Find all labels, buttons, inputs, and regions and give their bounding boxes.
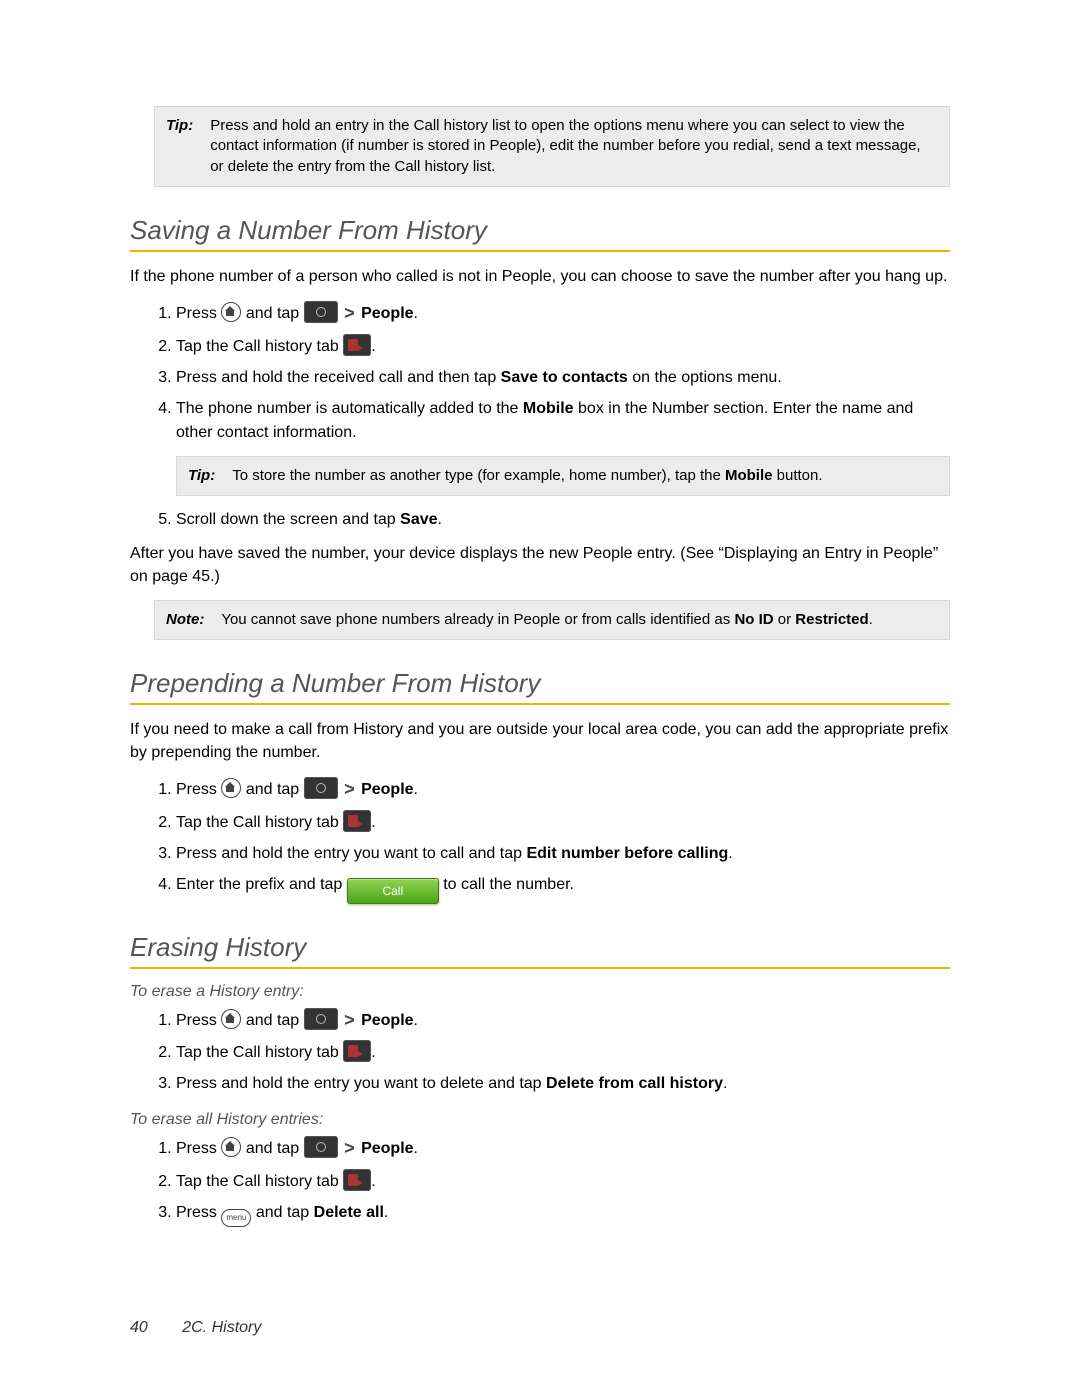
step-3: Press and hold the entry you want to cal… (176, 842, 950, 867)
outro-saving: After you have saved the number, your de… (130, 543, 950, 588)
callout-note: Note: You cannot save phone numbers alre… (154, 600, 950, 640)
apps-icon (304, 777, 338, 799)
apps-icon (304, 1008, 338, 1030)
steps-saving: Press and tap > People. Tap the Call his… (130, 300, 950, 533)
call-history-tab-icon (343, 810, 371, 832)
tip-label: Tip: (187, 465, 231, 487)
step-1: Press and tap > People. (176, 1135, 950, 1163)
step-4: The phone number is automatically added … (176, 397, 950, 497)
steps-erase-all: Press and tap > People. Tap the Call his… (130, 1135, 950, 1227)
sub-erase-all: To erase all History entries: (130, 1111, 950, 1129)
step-1: Press and tap > People. (176, 1007, 950, 1035)
apps-icon (304, 301, 338, 323)
sub-erase-entry: To erase a History entry: (130, 983, 950, 1001)
home-icon (221, 1137, 241, 1157)
chevron-right-icon: > (344, 776, 355, 804)
chevron-right-icon: > (344, 300, 355, 328)
call-history-tab-icon (343, 1169, 371, 1191)
call-history-tab-icon (343, 334, 371, 356)
step-3: Press menu and tap Delete all. (176, 1201, 950, 1227)
tip-body: To store the number as another type (for… (231, 465, 823, 487)
home-icon (221, 778, 241, 798)
rule (130, 250, 950, 252)
call-button-icon: Call (347, 878, 439, 904)
steps-erase-entry: Press and tap > People. Tap the Call his… (130, 1007, 950, 1097)
callout-tip-mobile: Tip: To store the number as another type… (176, 456, 950, 496)
intro-saving: If the phone number of a person who call… (130, 266, 950, 288)
callout-tip-top: Tip: Press and hold an entry in the Call… (154, 106, 950, 187)
intro-prepending: If you need to make a call from History … (130, 719, 950, 764)
step-4: Enter the prefix and tap Call to call th… (176, 873, 950, 904)
step-5: Scroll down the screen and tap Save. (176, 508, 950, 533)
home-icon (221, 302, 241, 322)
page-footer: 40 2C. History (130, 1319, 261, 1337)
apps-icon (304, 1136, 338, 1158)
manual-page: Tip: Press and hold an entry in the Call… (0, 0, 1080, 1397)
call-history-tab-icon (343, 1040, 371, 1062)
step-2: Tap the Call history tab . (176, 334, 950, 360)
heading-erasing: Erasing History (130, 932, 950, 963)
menu-button-icon: menu (221, 1209, 251, 1227)
heading-saving: Saving a Number From History (130, 215, 950, 246)
page-number: 40 (130, 1319, 148, 1336)
step-2: Tap the Call history tab . (176, 1040, 950, 1066)
rule (130, 967, 950, 969)
steps-prepending: Press and tap > People. Tap the Call his… (130, 776, 950, 903)
note-body: You cannot save phone numbers already in… (220, 609, 874, 631)
step-2: Tap the Call history tab . (176, 1169, 950, 1195)
step-3: Press and hold the received call and the… (176, 366, 950, 391)
note-label: Note: (165, 609, 220, 631)
step-2: Tap the Call history tab . (176, 810, 950, 836)
step-3: Press and hold the entry you want to del… (176, 1072, 950, 1097)
chevron-right-icon: > (344, 1007, 355, 1035)
step-1: Press and tap > People. (176, 776, 950, 804)
tip-text: Press and hold an entry in the Call hist… (209, 115, 939, 178)
home-icon (221, 1009, 241, 1029)
chevron-right-icon: > (344, 1135, 355, 1163)
tip-label: Tip: (165, 115, 209, 178)
step-1: Press and tap > People. (176, 300, 950, 328)
rule (130, 703, 950, 705)
heading-prepending: Prepending a Number From History (130, 668, 950, 699)
section-label: 2C. History (182, 1319, 261, 1336)
